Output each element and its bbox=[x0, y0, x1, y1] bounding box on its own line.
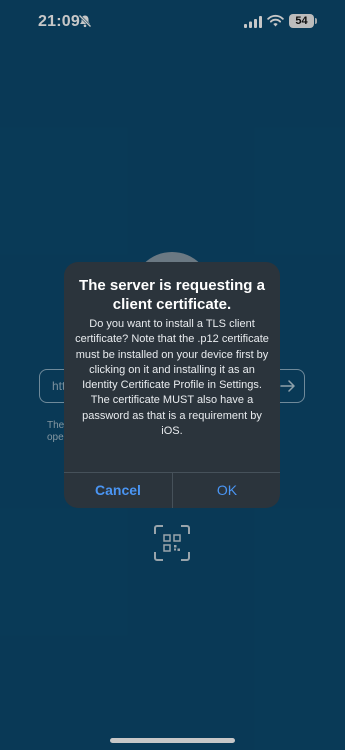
cancel-button[interactable]: Cancel bbox=[64, 473, 172, 508]
alert-message: Do you want to install a TLS client cert… bbox=[75, 318, 269, 438]
alert-title: The server is requesting a client certif… bbox=[79, 277, 265, 313]
ok-button[interactable]: OK bbox=[173, 473, 280, 508]
certificate-alert-dialog: The server is requesting a client certif… bbox=[64, 262, 280, 508]
